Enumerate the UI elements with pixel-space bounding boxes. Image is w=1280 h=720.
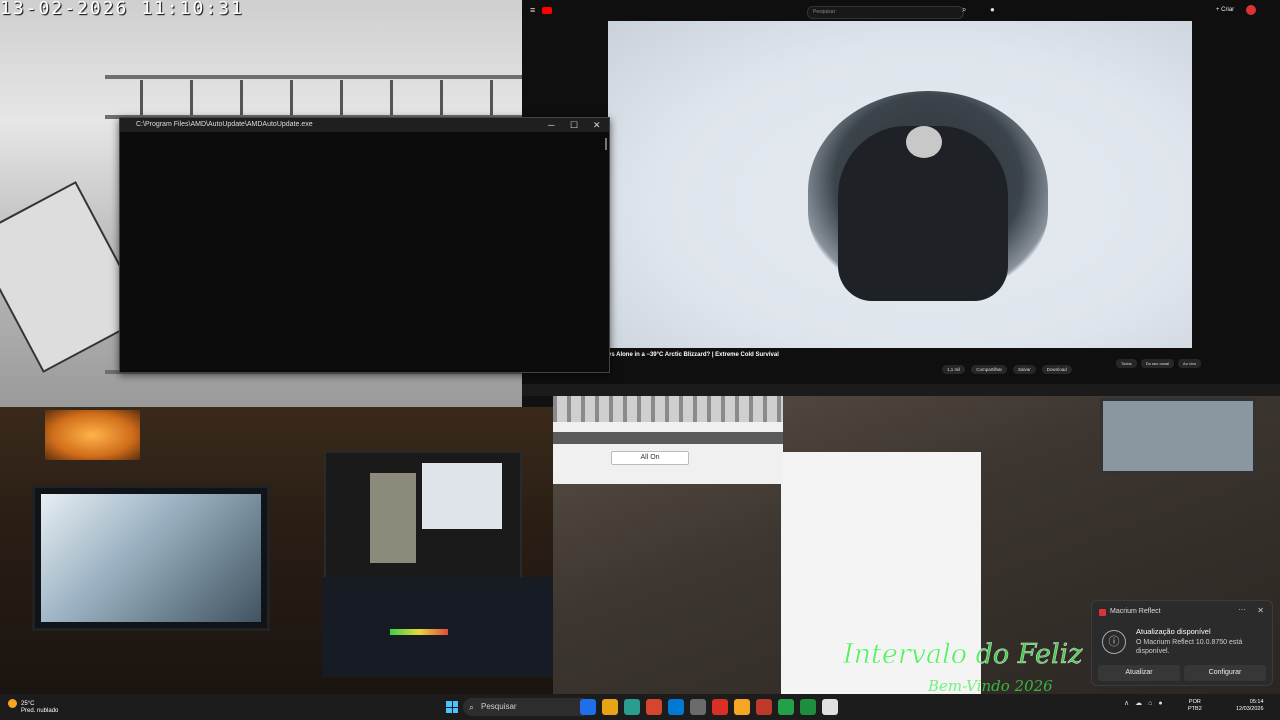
railing-top: [105, 75, 522, 79]
system-tray: ∧ ☁ ⌂ ●: [1124, 699, 1163, 708]
video-title[interactable]: ys Alone in a −39°C Arctic Blizzard? | E…: [608, 352, 779, 358]
mic-icon[interactable]: ●: [1158, 700, 1162, 707]
toast-body: O Macrium Reflect 10.0.8750 está disponí…: [1136, 639, 1243, 655]
macrium-icon: [1099, 609, 1106, 616]
overlay-text-line1: Intervalo do Feliz: [843, 639, 1083, 671]
chip-live[interactable]: Ao vivo: [1178, 359, 1202, 368]
all-on-button[interactable]: All On: [611, 451, 689, 465]
youtube-logo-icon[interactable]: [542, 7, 552, 14]
video-actions: 1,1 mil Compartilhar Salvar Download: [942, 365, 1072, 374]
camera-timestamp: 13-02-2026 11:10:31: [0, 0, 244, 19]
taskbar-app-icon-4[interactable]: [668, 699, 684, 715]
language-indicator[interactable]: POR PTB2: [1188, 699, 1202, 713]
console-title: C:\Program Files\AMD\AutoUpdate\AMDAutoU…: [136, 121, 313, 128]
search-icon[interactable]: ⌕: [962, 5, 966, 15]
toast-heading: Atualização disponível: [1136, 627, 1211, 636]
taskbar-app-icon-8[interactable]: [756, 699, 772, 715]
console-titlebar[interactable]: C:\Program Files\AMD\AutoUpdate\AMDAutoU…: [120, 118, 609, 132]
monitor-lower: [322, 577, 553, 677]
chip-all[interactable]: Todos: [1116, 359, 1137, 368]
taskbar-app-icon-3[interactable]: [646, 699, 662, 715]
share-button[interactable]: Compartilhar: [971, 365, 1008, 374]
console-scrollbar[interactable]: [605, 138, 607, 150]
like-button[interactable]: 1,1 mil: [942, 365, 966, 374]
toast-app-name: Macrium Reflect: [1110, 608, 1161, 615]
avatar[interactable]: [1246, 5, 1256, 15]
console-window[interactable]: C:\Program Files\AMD\AutoUpdate\AMDAutoU…: [119, 117, 610, 373]
minimize-button[interactable]: ─: [548, 118, 554, 132]
monitor-left: [32, 485, 270, 631]
audio-meter: [390, 629, 448, 635]
chip-channel[interactable]: Do seu canal: [1140, 359, 1175, 368]
start-button[interactable]: [446, 701, 458, 713]
video-player[interactable]: [608, 21, 1192, 348]
weather-desc: Pred. nublado: [21, 708, 59, 715]
weather-widget[interactable]: 25°C Pred. nublado: [8, 699, 58, 715]
taskbar: 25°C Pred. nublado ⌕ Pesquisar ∧ ☁ ⌂ ● P…: [0, 694, 1280, 720]
control-popup: All On: [553, 396, 783, 484]
taskbar-app-icon-10[interactable]: [800, 699, 816, 715]
lamp: [45, 410, 140, 460]
taskbar-app-icon-11[interactable]: [822, 699, 838, 715]
create-button[interactable]: + Criar: [1216, 7, 1234, 13]
network-icon[interactable]: ⌂: [1148, 700, 1152, 707]
maximize-button[interactable]: ☐: [570, 118, 578, 132]
overlay-text-line2: Bem-Vindo 2026: [928, 677, 1053, 694]
download-button[interactable]: Download: [1041, 365, 1072, 374]
taskbar-app-icon-2[interactable]: [624, 699, 640, 715]
camera-feed-room: [0, 407, 553, 694]
taskbar-app-icon-5[interactable]: [690, 699, 706, 715]
menu-icon[interactable]: ≡: [530, 5, 535, 15]
wall-tv: [1100, 398, 1256, 474]
info-icon: ⓘ: [1102, 630, 1126, 654]
taskbar-app-icon-6[interactable]: [712, 699, 728, 715]
taskbar-app-icon-1[interactable]: [602, 699, 618, 715]
save-button[interactable]: Salvar: [1013, 365, 1036, 374]
configure-button[interactable]: Configurar: [1184, 665, 1266, 681]
taskbar-app-icon-0[interactable]: [580, 699, 596, 715]
search-icon: ⌕: [469, 702, 475, 712]
youtube-search-input[interactable]: Pesquisar: [807, 6, 964, 19]
close-button[interactable]: ✕: [593, 118, 601, 132]
cloud-icon[interactable]: ☁: [1135, 699, 1142, 707]
more-options-icon[interactable]: ···: [1238, 605, 1246, 614]
weather-icon: [8, 699, 17, 708]
person-in-cave: [838, 126, 1008, 301]
notification-toast[interactable]: Macrium Reflect ··· ✕ ⓘ Atualização disp…: [1091, 600, 1273, 686]
youtube-window: ≡ Pesquisar ⌕ ● + Criar ys Alone in a −3…: [522, 0, 1280, 396]
inner-taskbar: [522, 384, 1280, 396]
update-button[interactable]: Atualizar: [1098, 665, 1180, 681]
weather-temp: 25°C: [21, 701, 35, 708]
taskbar-search[interactable]: ⌕ Pesquisar: [463, 698, 591, 716]
clock[interactable]: 05:14 12/03/2026: [1236, 699, 1264, 713]
clock-date: 12/03/2026: [1236, 706, 1264, 712]
youtube-topbar: ≡ Pesquisar ⌕ ● + Criar: [522, 0, 1280, 22]
close-icon[interactable]: ✕: [1257, 606, 1264, 615]
pinned-apps: [580, 699, 838, 715]
taskbar-app-icon-7[interactable]: [734, 699, 750, 715]
recommendation-chips: Todos Do seu canal Ao vivo: [1116, 359, 1202, 368]
mic-icon[interactable]: ●: [990, 5, 995, 14]
taskbar-app-icon-9[interactable]: [778, 699, 794, 715]
chevron-up-icon[interactable]: ∧: [1124, 699, 1129, 707]
clock-time: 05:14: [1249, 699, 1264, 705]
